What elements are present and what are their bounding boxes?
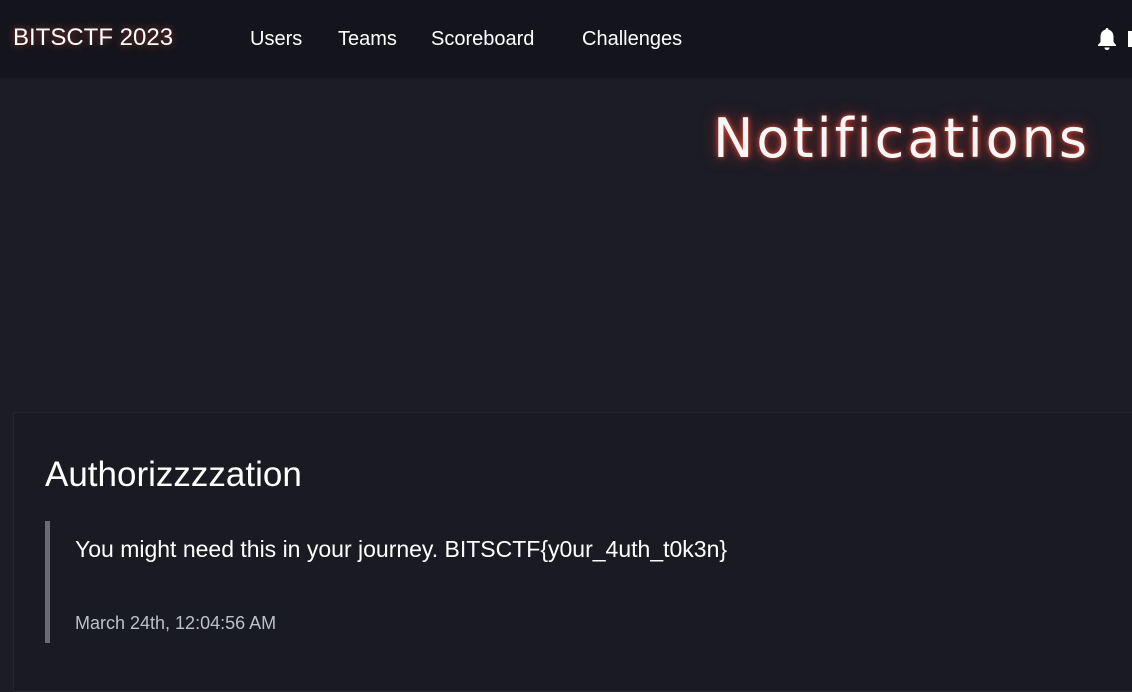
nav-link-scoreboard[interactable]: Scoreboard	[431, 26, 534, 52]
bell-icon[interactable]	[1096, 27, 1118, 51]
nav-link-teams[interactable]: Teams	[338, 26, 397, 52]
nav-link-users[interactable]: Users	[250, 26, 302, 52]
notification-title: Authorizzzzation	[45, 455, 302, 494]
top-navbar: BITSCTF 2023 Users Teams Scoreboard Chal…	[0, 0, 1132, 78]
menu-item-peek[interactable]	[1128, 31, 1132, 47]
brand-logo[interactable]: BITSCTF 2023	[13, 20, 173, 56]
notification-date: March 24th, 12:04:56 AM	[75, 613, 277, 633]
notification-body: You might need this in your journey. BIT…	[75, 536, 728, 562]
nav-link-challenges[interactable]: Challenges	[582, 26, 682, 52]
page-title: Notifications	[713, 107, 1090, 170]
blockquote-border	[45, 521, 50, 643]
notification-card: Authorizzzzation You might need this in …	[13, 412, 1132, 692]
